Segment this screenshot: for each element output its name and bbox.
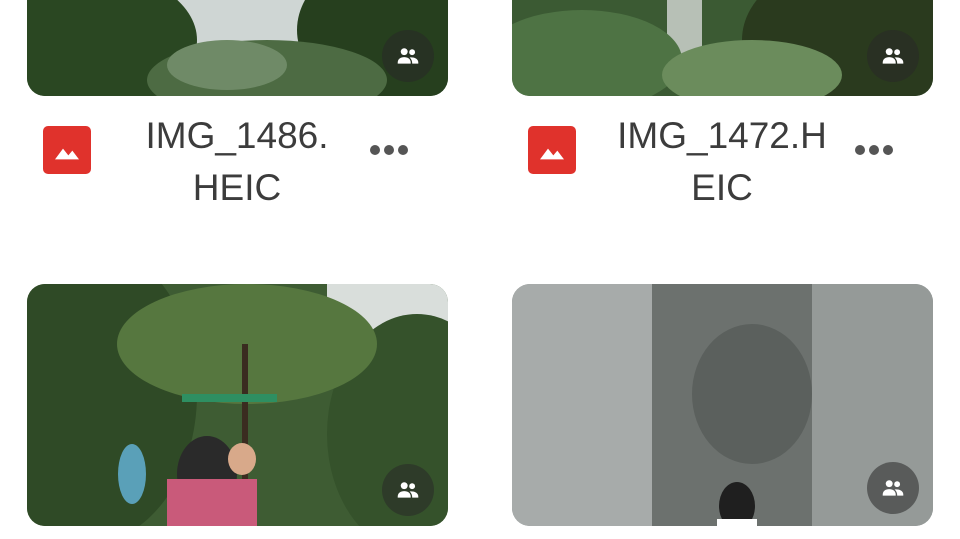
file-thumbnail[interactable] (512, 284, 933, 526)
shared-badge (867, 30, 919, 82)
file-name-line: IMG_1472.H (617, 115, 827, 156)
more-options-button[interactable] (367, 130, 411, 170)
file-thumbnail[interactable] (27, 0, 448, 96)
file-thumbnail[interactable] (27, 284, 448, 526)
image-file-icon (43, 126, 91, 174)
file-info-row: IMG_1486. HEIC (27, 106, 448, 216)
file-thumbnail[interactable] (512, 0, 933, 96)
image-file-icon (528, 126, 576, 174)
file-name: IMG_1486. HEIC (117, 110, 357, 214)
more-dot (384, 145, 394, 155)
people-icon (397, 482, 419, 498)
shared-badge (382, 464, 434, 516)
more-dot (398, 145, 408, 155)
more-dot (370, 145, 380, 155)
more-options-button[interactable] (852, 130, 896, 170)
file-name-line: HEIC (192, 167, 282, 208)
more-dot (883, 145, 893, 155)
file-name: IMG_1472.H EIC (602, 110, 842, 214)
file-name-line: EIC (691, 167, 753, 208)
shared-badge (382, 30, 434, 82)
file-name-line: IMG_1486. (145, 115, 329, 156)
more-dot (855, 145, 865, 155)
more-dot (869, 145, 879, 155)
people-icon (882, 480, 904, 496)
people-icon (397, 48, 419, 64)
file-info-row: IMG_1472.H EIC (512, 106, 933, 216)
shared-badge (867, 462, 919, 514)
people-icon (882, 48, 904, 64)
